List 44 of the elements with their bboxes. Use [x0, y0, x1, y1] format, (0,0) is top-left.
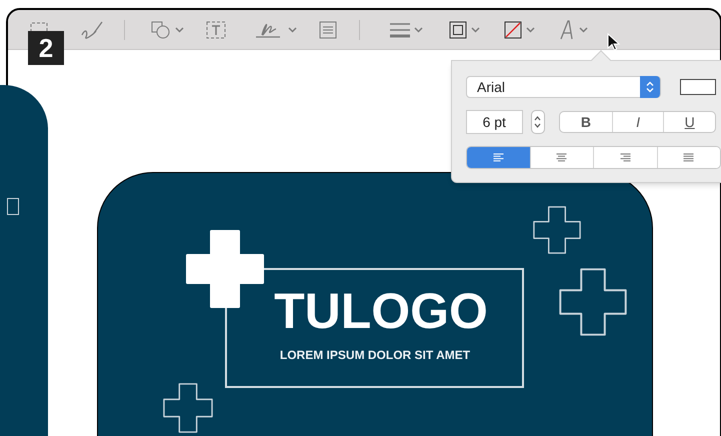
font-select[interactable]: Arial: [466, 76, 662, 98]
align-right-icon: [620, 153, 631, 162]
outline-cross-icon: [559, 268, 627, 336]
note-icon[interactable]: [319, 20, 337, 38]
caret-icon: [526, 26, 535, 32]
stepper-arrows-icon: [534, 115, 542, 129]
fill-color-icon: [504, 20, 522, 38]
cross-icon: [186, 230, 264, 308]
sketch-icon[interactable]: [80, 20, 104, 38]
text-style-icon: [559, 20, 575, 40]
font-style-toggle[interactable]: U: [663, 112, 715, 132]
font-style-toggle[interactable]: B: [560, 112, 612, 132]
line-style-button[interactable]: [390, 22, 423, 38]
alignment-segment[interactable]: [467, 147, 530, 168]
align-center-icon: [556, 153, 568, 162]
caret-icon: [579, 26, 588, 32]
font-style-toggle[interactable]: I: [612, 112, 664, 132]
caret-icon: [288, 26, 297, 32]
caret-icon: [471, 26, 480, 32]
font-size-stepper[interactable]: [530, 110, 546, 134]
logo-tagline: LOREM IPSUM DOLOR SIT AMET: [278, 347, 472, 364]
text-box-icon[interactable]: [206, 20, 226, 38]
rectangular-selection-icon[interactable]: [30, 22, 48, 32]
line-weight-icon: [390, 22, 410, 38]
caret-icon: [175, 26, 184, 32]
border-color-icon: [449, 20, 467, 38]
logo-title: TULOGO: [273, 283, 489, 339]
text-color-swatch[interactable]: [680, 79, 716, 95]
cursor-icon: [607, 33, 620, 51]
select-arrows-icon: [640, 76, 660, 98]
step-badge: 2: [28, 31, 64, 65]
text-style-button[interactable]: [559, 20, 588, 40]
caret-icon: [414, 26, 423, 32]
alignment-segment[interactable]: [656, 147, 720, 168]
shapes-button[interactable]: [151, 20, 184, 38]
align-justify-icon: [683, 153, 694, 162]
outline-cross-icon: [163, 383, 213, 433]
fill-color-button[interactable]: [504, 20, 535, 38]
border-color-button[interactable]: [449, 20, 480, 38]
outline-cross-icon: [533, 206, 581, 254]
shapes-icon: [151, 20, 171, 38]
align-left-icon: [492, 153, 504, 162]
selection-handle: [7, 198, 19, 215]
font-size-field[interactable]: 6 pt: [466, 110, 523, 134]
